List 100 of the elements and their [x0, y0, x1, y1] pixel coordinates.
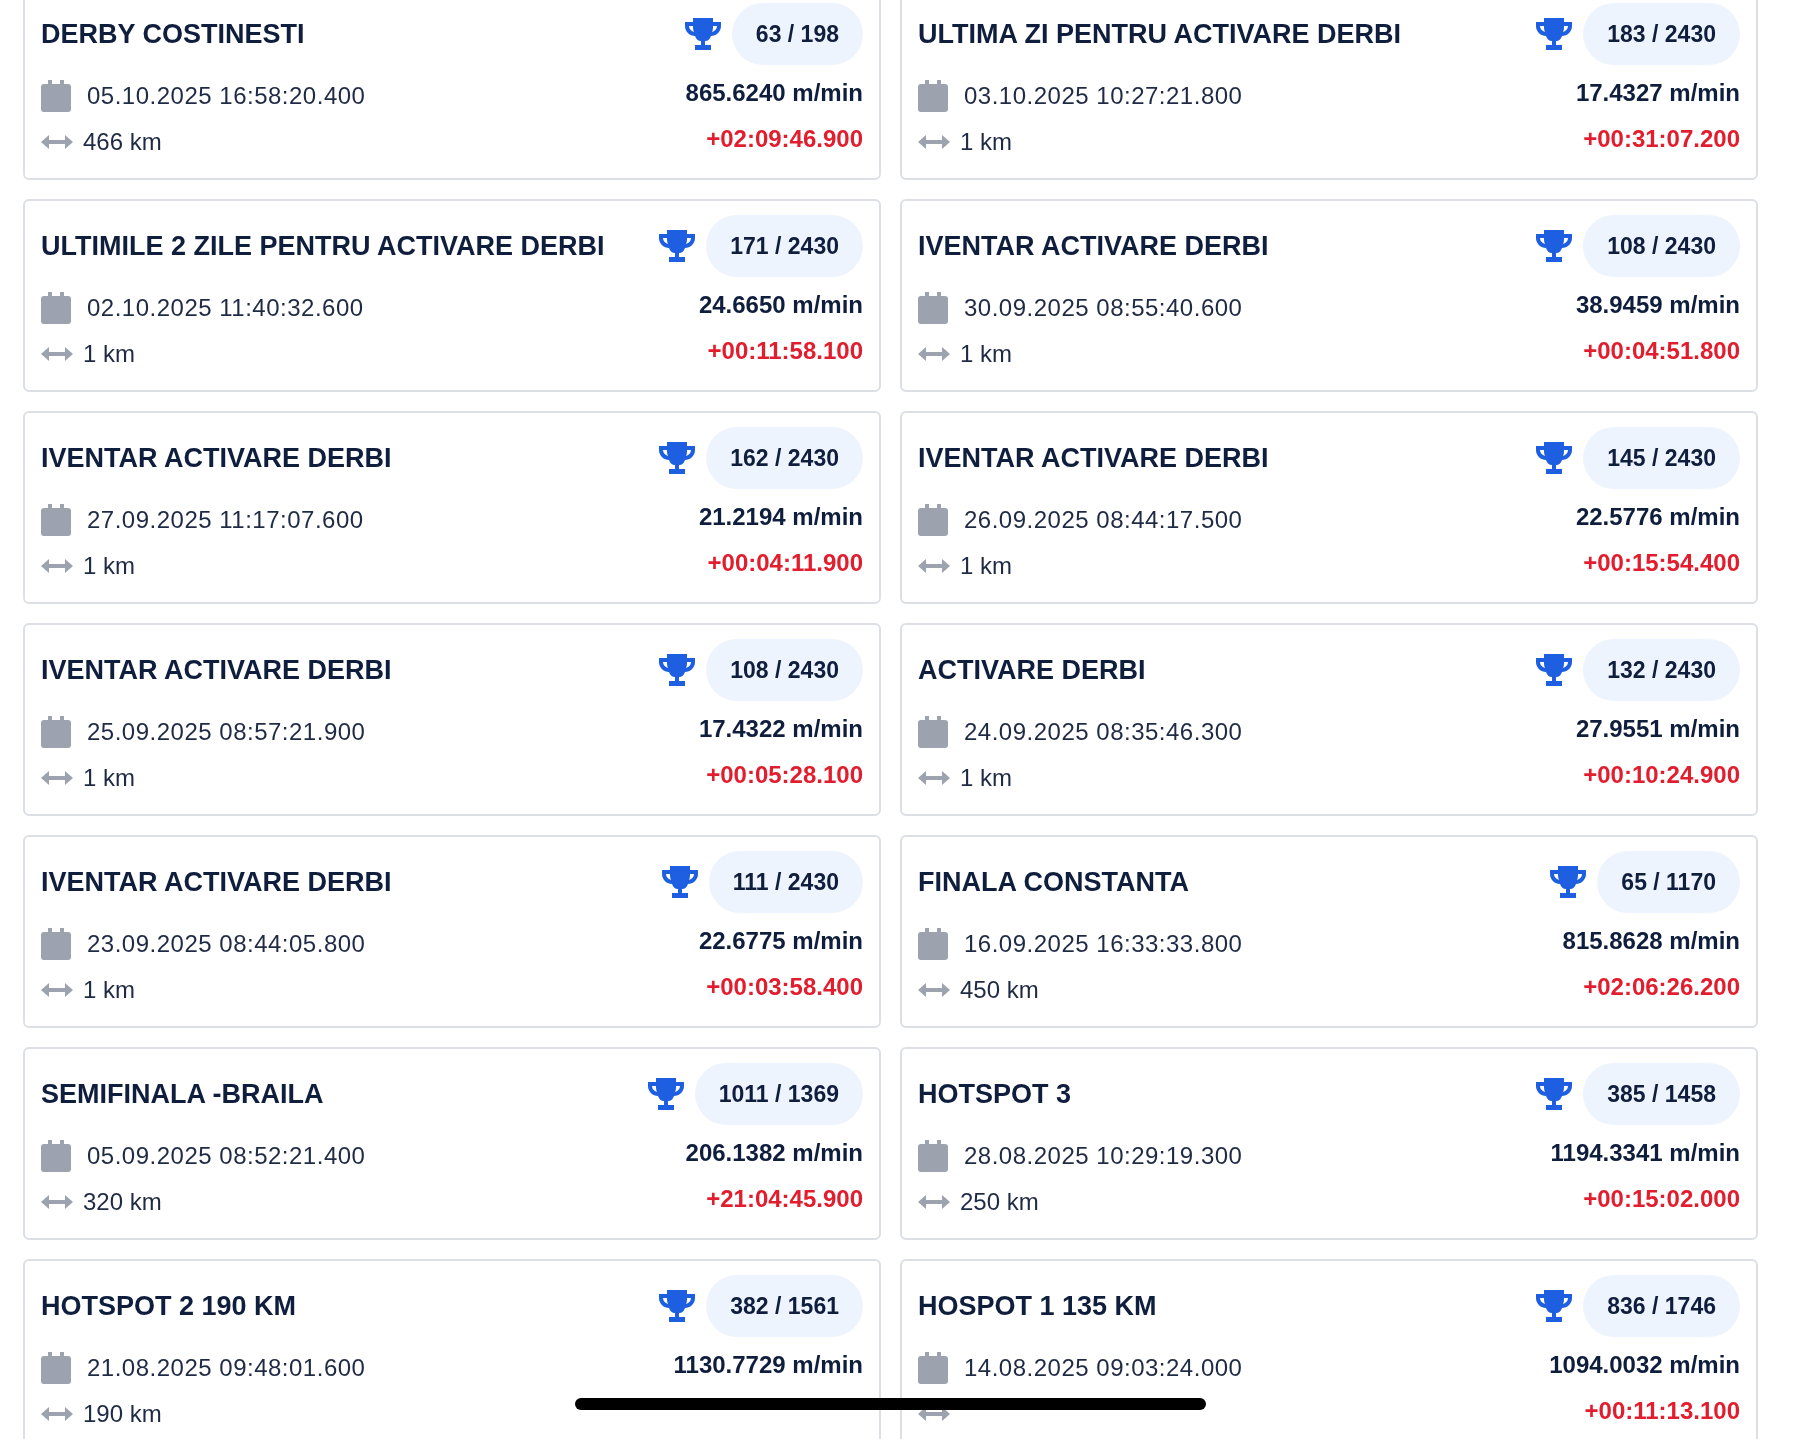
time-delta: +00:04:51.800 — [1583, 336, 1740, 366]
race-distance: 250 km — [960, 1187, 1039, 1217]
speed-value: 21.2194 m/min — [698, 502, 863, 532]
time-delta: +00:15:54.400 — [1583, 548, 1740, 578]
rank-badge: 108 / 2430 — [706, 639, 863, 701]
calendar-icon — [41, 928, 71, 960]
race-date: 28.08.2025 10:29:19.300 — [964, 1141, 1243, 1171]
time-delta: +00:04:11.900 — [707, 548, 863, 578]
rank-badge: 171 / 2430 — [706, 215, 863, 277]
race-title: IVENTAR ACTIVARE DERBI — [918, 229, 1269, 263]
time-delta: +00:03:58.400 — [706, 972, 863, 1002]
speed-value: 206.1382 m/min — [685, 1138, 863, 1168]
trophy-icon — [646, 1077, 685, 1111]
race-title: HOSPOT 1 135 KM — [918, 1289, 1157, 1323]
race-distance: 1 km — [83, 339, 135, 369]
race-title: IVENTAR ACTIVARE DERBI — [41, 653, 392, 687]
rank-badge: 108 / 2430 — [1583, 215, 1740, 277]
race-distance: 1 km — [960, 763, 1012, 793]
race-date: 03.10.2025 10:27:21.800 — [964, 81, 1243, 111]
calendar-icon — [41, 80, 71, 112]
width-arrows-icon — [41, 770, 73, 786]
trophy-icon — [1549, 865, 1588, 899]
time-delta: +00:10:24.900 — [1583, 760, 1740, 790]
trophy-icon — [1535, 1077, 1574, 1111]
width-arrows-icon — [41, 1406, 73, 1422]
time-delta: +02:09:46.900 — [706, 124, 863, 154]
calendar-icon — [918, 716, 948, 748]
calendar-icon — [41, 716, 71, 748]
speed-value: 22.6775 m/min — [698, 926, 863, 956]
race-title: IVENTAR ACTIVARE DERBI — [41, 441, 392, 475]
race-title: FINALA CONSTANTA — [918, 865, 1189, 899]
rank-badge: 65 / 1170 — [1597, 851, 1740, 913]
trophy-icon — [1535, 653, 1574, 687]
race-distance: 1 km — [83, 763, 135, 793]
width-arrows-icon — [918, 558, 950, 574]
race-distance: 1 km — [960, 551, 1012, 581]
race-date: 26.09.2025 08:44:17.500 — [964, 505, 1243, 535]
race-date: 14.08.2025 09:03:24.000 — [964, 1353, 1243, 1383]
race-distance: 1 km — [960, 127, 1012, 157]
calendar-icon — [41, 1352, 71, 1384]
speed-value: 17.4327 m/min — [1575, 78, 1740, 108]
calendar-icon — [41, 504, 71, 536]
speed-value: 27.9551 m/min — [1575, 714, 1740, 744]
width-arrows-icon — [41, 558, 73, 574]
race-title: ACTIVARE DERBI — [918, 653, 1146, 687]
calendar-icon — [41, 1140, 71, 1172]
rank-badge: 162 / 2430 — [706, 427, 863, 489]
race-date: 16.09.2025 16:33:33.800 — [964, 929, 1243, 959]
race-distance: 450 km — [960, 975, 1039, 1005]
time-delta: +21:04:45.900 — [706, 1184, 863, 1214]
trophy-icon — [1535, 17, 1574, 51]
race-title: SEMIFINALA -BRAILA — [41, 1077, 324, 1111]
trophy-icon — [658, 653, 697, 687]
race-title: ULTIMA ZI PENTRU ACTIVARE DERBI — [918, 17, 1401, 51]
calendar-icon — [918, 928, 948, 960]
trophy-icon — [1535, 441, 1574, 475]
rank-badge: 836 / 1746 — [1583, 1275, 1740, 1337]
speed-value: 1194.3341 m/min — [1550, 1138, 1740, 1168]
calendar-icon — [918, 292, 948, 324]
rank-badge: 63 / 198 — [731, 3, 863, 65]
race-date: 23.09.2025 08:44:05.800 — [87, 929, 366, 959]
trophy-icon — [1535, 1289, 1574, 1323]
calendar-icon — [41, 292, 71, 324]
race-title: IVENTAR ACTIVARE DERBI — [918, 441, 1269, 475]
rank-badge: 382 / 1561 — [706, 1275, 863, 1337]
width-arrows-icon — [918, 134, 950, 150]
trophy-icon — [658, 229, 697, 263]
calendar-icon — [918, 80, 948, 112]
trophy-icon — [660, 865, 699, 899]
speed-value: 38.9459 m/min — [1575, 290, 1740, 320]
rank-badge: 183 / 2430 — [1583, 3, 1740, 65]
race-distance: 466 km — [83, 127, 162, 157]
rank-badge: 1011 / 1369 — [694, 1063, 863, 1125]
time-delta: +00:15:02.000 — [1583, 1184, 1740, 1214]
speed-value: 24.6650 m/min — [698, 290, 863, 320]
race-distance: 1 km — [960, 339, 1012, 369]
race-title: DERBY COSTINESTI — [41, 17, 305, 51]
race-date: 02.10.2025 11:40:32.600 — [87, 293, 364, 323]
race-distance: 190 km — [83, 1399, 162, 1429]
race-title: IVENTAR ACTIVARE DERBI — [41, 865, 392, 899]
trophy-icon — [658, 1289, 697, 1323]
width-arrows-icon — [918, 982, 950, 998]
speed-value: 865.6240 m/min — [685, 78, 863, 108]
calendar-icon — [918, 1140, 948, 1172]
width-arrows-icon — [41, 134, 73, 150]
race-date: 21.08.2025 09:48:01.600 — [87, 1353, 366, 1383]
time-delta: +00:05:28.100 — [706, 760, 863, 790]
speed-value: 22.5776 m/min — [1575, 502, 1740, 532]
race-title: HOTSPOT 2 190 KM — [41, 1289, 297, 1323]
race-date: 25.09.2025 08:57:21.900 — [87, 717, 366, 747]
race-date: 27.09.2025 11:17:07.600 — [87, 505, 364, 535]
time-delta: +02:06:26.200 — [1583, 972, 1740, 1002]
width-arrows-icon — [918, 1194, 950, 1210]
race-date: 30.09.2025 08:55:40.600 — [964, 293, 1243, 323]
race-date: 05.10.2025 16:58:20.400 — [87, 81, 366, 111]
width-arrows-icon — [41, 982, 73, 998]
width-arrows-icon — [41, 1194, 73, 1210]
time-delta: +00:11:58.100 — [707, 336, 863, 366]
width-arrows-icon — [918, 770, 950, 786]
rank-badge: 145 / 2430 — [1583, 427, 1740, 489]
